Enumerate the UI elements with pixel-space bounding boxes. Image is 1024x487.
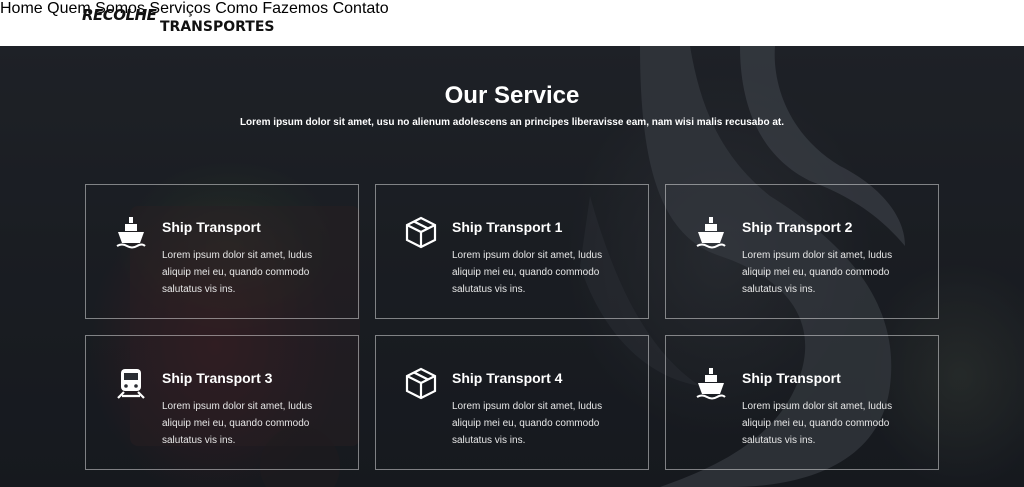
service-card[interactable]: Ship Transport 1 Lorem ipsum dolor sit a…: [375, 184, 649, 319]
ship-icon: [694, 366, 728, 400]
section-subtitle: Lorem ipsum dolor sit amet, usu no alien…: [239, 117, 785, 128]
site-logo[interactable]: RECOLHE TRANSPORTES: [82, 6, 292, 38]
section-title: Our Service: [444, 82, 580, 109]
service-card[interactable]: Ship Transport Lorem ipsum dolor sit ame…: [665, 335, 939, 470]
site-header: RECOLHE TRANSPORTES Home Quem Somos Serv…: [0, 0, 1024, 46]
card-text: Lorem ipsum dolor sit amet, ludus aliqui…: [742, 250, 893, 295]
card-title: Ship Transport 2: [742, 219, 853, 235]
card-title: Ship Transport 1: [452, 219, 563, 235]
card-text: Lorem ipsum dolor sit amet, ludus aliqui…: [452, 401, 603, 446]
card-text: Lorem ipsum dolor sit amet, ludus aliqui…: [742, 401, 893, 446]
card-title: Ship Transport 3: [162, 370, 273, 386]
services-section: Our Service Lorem ipsum dolor sit amet, …: [0, 46, 1024, 487]
ship-icon: [114, 215, 148, 249]
card-title: Ship Transport: [742, 370, 841, 386]
service-card[interactable]: Ship Transport 3 Lorem ipsum dolor sit a…: [85, 335, 359, 470]
nav-contato[interactable]: Contato: [333, 0, 389, 17]
card-text: Lorem ipsum dolor sit amet, ludus aliqui…: [162, 401, 313, 446]
box-icon: [404, 215, 438, 249]
service-card[interactable]: Ship Transport 4 Lorem ipsum dolor sit a…: [375, 335, 649, 470]
card-text: Lorem ipsum dolor sit amet, ludus aliqui…: [162, 250, 313, 295]
service-card[interactable]: Ship Transport Lorem ipsum dolor sit ame…: [85, 184, 359, 319]
logo-top-text: RECOLHE: [82, 6, 157, 24]
card-title: Ship Transport 4: [452, 370, 563, 386]
nav-home[interactable]: Home: [0, 0, 43, 17]
logo-bottom-text: TRANSPORTES: [160, 19, 275, 35]
card-text: Lorem ipsum dolor sit amet, ludus aliqui…: [452, 250, 603, 295]
box-icon: [404, 366, 438, 400]
service-card[interactable]: Ship Transport 2 Lorem ipsum dolor sit a…: [665, 184, 939, 319]
train-icon: [114, 366, 148, 400]
card-title: Ship Transport: [162, 219, 261, 235]
ship-icon: [694, 215, 728, 249]
